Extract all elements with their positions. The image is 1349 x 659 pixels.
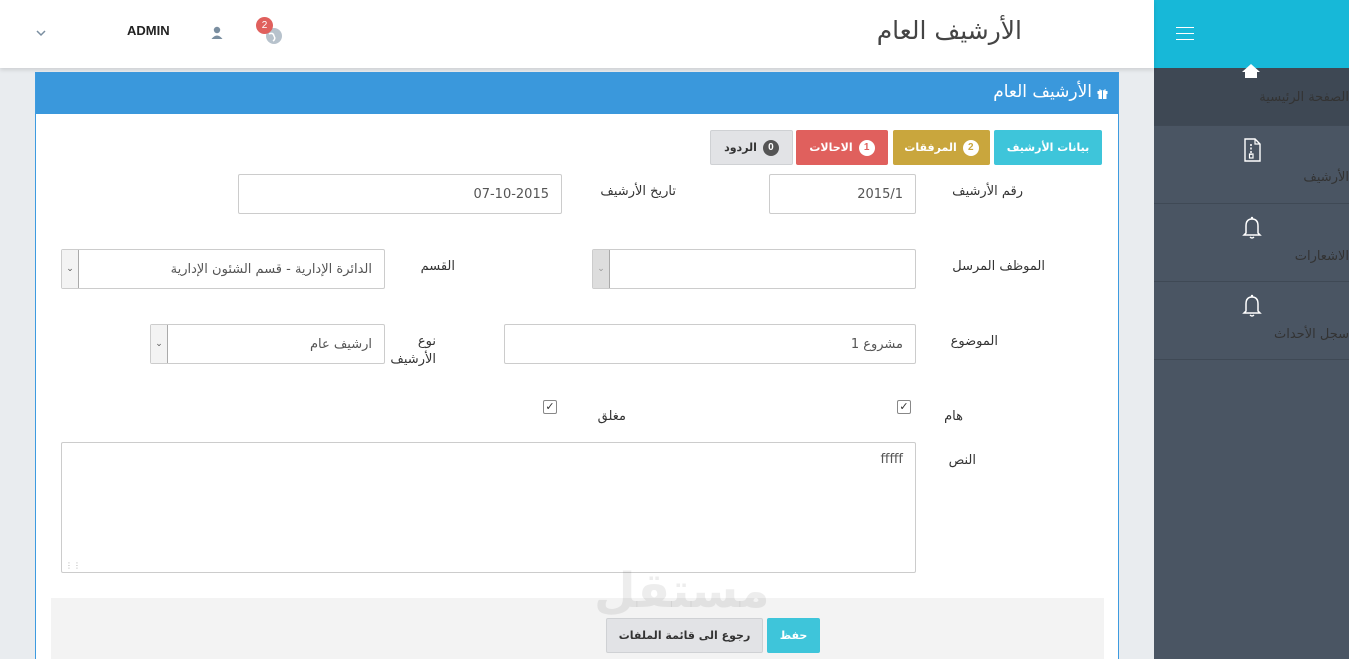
tab-label: الردود <box>724 141 757 154</box>
archive-type-value: ارشيف عام <box>309 336 372 352</box>
tab-count-badge: 1 <box>858 139 875 156</box>
tab-label: بيانات الأرشيف <box>1006 141 1090 154</box>
department-value: الدائرة الإدارية - قسم الشئون الإدارية <box>170 261 372 277</box>
form-actions-bar <box>51 598 1104 659</box>
tab-referrals[interactable]: 1 الاحالات <box>796 130 888 165</box>
chevron-down-icon[interactable]: ⌄ <box>62 250 79 288</box>
sidebar-item-label: الأرشيف <box>1303 170 1349 185</box>
subject-label: الموضوع <box>950 334 998 349</box>
tab-archive-data[interactable]: بيانات الأرشيف <box>994 130 1102 165</box>
sidebar-item-home[interactable]: الصفحة الرئيسية <box>1154 64 1349 126</box>
archive-date-input[interactable]: 07-10-2015 <box>238 174 562 214</box>
tab-label: المرفقات <box>904 141 957 154</box>
tab-count-badge: 0 <box>762 139 779 156</box>
text-label: النص <box>948 453 976 468</box>
back-to-files-button[interactable]: رجوع الى قائمة الملفات <box>606 618 763 653</box>
archive-type-select[interactable]: ارشيف عام ⌄ <box>150 324 385 364</box>
text-area-value: fffff <box>880 452 904 467</box>
archive-panel: الأرشيف العام بيانات الأرشيف 2 المرفقات … <box>35 72 1119 659</box>
sidebar-item-notifications[interactable]: الاشعارات <box>1154 204 1349 282</box>
archive-type-label: نوع الأرشيف <box>390 333 436 369</box>
sidebar: الصفحة الرئيسية الأرشيف الاشعارات سجل ال… <box>1153 0 1349 659</box>
sidebar-item-label: الصفحة الرئيسية <box>1259 90 1349 105</box>
sidebar-item-label: سجل الأحداث <box>1274 327 1349 342</box>
tab-attachments[interactable]: 2 المرفقات <box>893 130 990 165</box>
chevron-down-icon[interactable]: ⌄ <box>593 250 610 288</box>
archive-number-label: رقم الأرشيف <box>952 184 1023 199</box>
archive-type-label-line1: نوع <box>417 334 436 349</box>
tab-label: الاحالات <box>809 141 853 154</box>
gift-icon <box>1097 89 1108 99</box>
important-checkbox[interactable]: ✓ <box>897 400 911 414</box>
menu-icon[interactable] <box>1176 27 1194 45</box>
sidebar-item-label: الاشعارات <box>1294 249 1349 264</box>
subject-input[interactable]: مشروع 1 <box>504 324 916 364</box>
closed-checkbox[interactable]: ✓ <box>543 400 557 414</box>
user-icon[interactable] <box>208 24 226 42</box>
panel-title: الأرشيف العام <box>993 82 1092 102</box>
top-bar: الأرشيف العام ADMIN 2 <box>0 0 1154 68</box>
save-button[interactable]: حفظ <box>767 618 820 653</box>
department-label: القسم <box>420 259 455 274</box>
tab-replies[interactable]: 0 الردود <box>710 130 793 165</box>
panel-header: الأرشيف العام <box>36 73 1118 114</box>
tab-count-badge: 2 <box>962 139 979 156</box>
archive-file-icon <box>1244 138 1261 162</box>
chevron-down-icon[interactable]: ⌄ <box>151 325 168 363</box>
archive-type-label-line2: الأرشيف <box>390 352 436 367</box>
closed-label: مغلق <box>597 409 626 424</box>
archive-number-input[interactable]: 2015/1 <box>769 174 916 214</box>
bell-icon <box>1242 294 1262 317</box>
sidebar-item-event-log[interactable]: سجل الأحداث <box>1154 282 1349 360</box>
archive-date-label: تاريخ الأرشيف <box>600 184 676 199</box>
important-label: هام <box>944 409 963 424</box>
bell-icon <box>1242 216 1262 239</box>
resize-handle[interactable]: ⋮⋮ <box>65 561 81 570</box>
user-name[interactable]: ADMIN <box>127 23 170 38</box>
sender-select[interactable]: ⌄ <box>592 249 916 289</box>
notification-badge: 2 <box>256 17 273 34</box>
chevron-down-icon[interactable] <box>34 26 48 40</box>
page-title: الأرشيف العام <box>876 16 1022 45</box>
text-area[interactable]: fffff ⋮⋮ <box>61 442 916 573</box>
sidebar-brand <box>1154 0 1349 68</box>
department-select[interactable]: الدائرة الإدارية - قسم الشئون الإدارية ⌄ <box>61 249 385 289</box>
sender-label: الموظف المرسل <box>952 259 1045 274</box>
sidebar-item-archive[interactable]: الأرشيف <box>1154 126 1349 204</box>
home-icon <box>1242 64 1260 78</box>
